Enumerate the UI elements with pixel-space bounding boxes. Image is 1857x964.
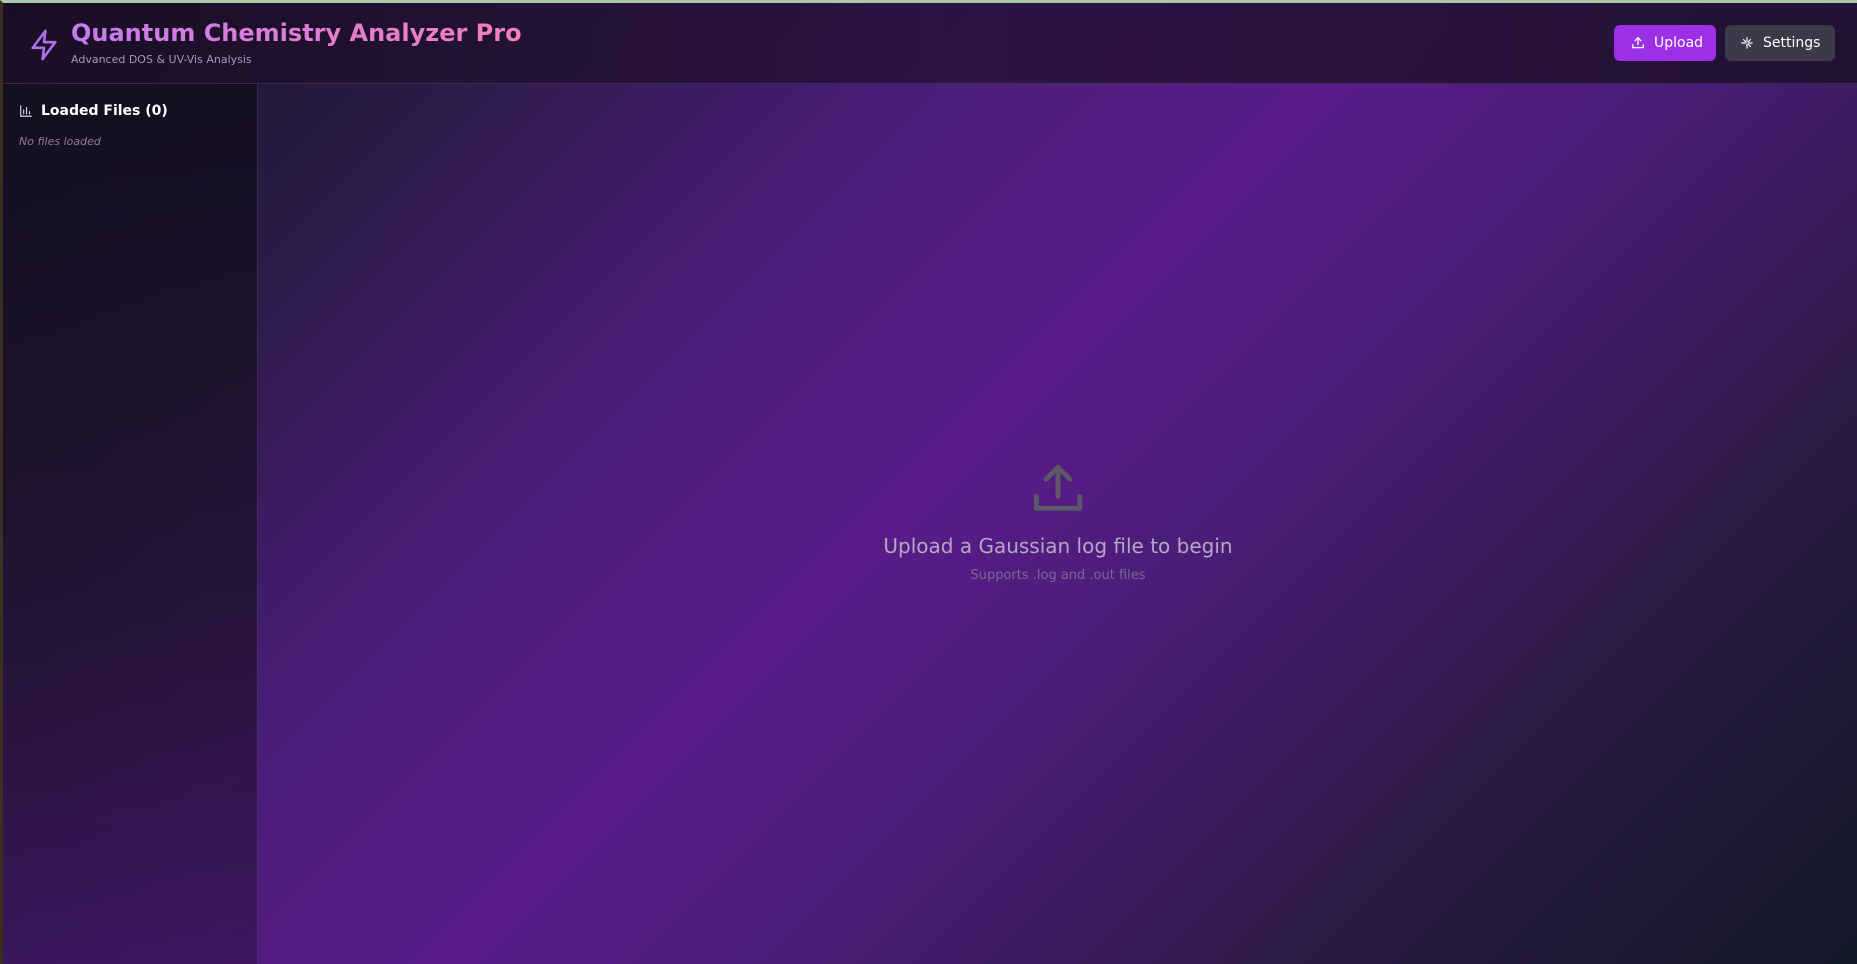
upload-button-label: Upload <box>1654 35 1704 51</box>
settings-button-label: Settings <box>1763 35 1821 51</box>
settings-button[interactable]: Settings <box>1725 25 1835 61</box>
lightning-bolt-icon <box>31 29 57 61</box>
app-title: Quantum Chemistry Analyzer Pro <box>71 19 522 47</box>
main-content: Upload a Gaussian log file to begin Supp… <box>259 84 1857 964</box>
upload-icon <box>1632 37 1644 49</box>
loaded-files-heading: Loaded Files (0) <box>19 103 168 119</box>
app-subtitle: Advanced DOS & UV-Vis Analysis <box>71 53 252 66</box>
empty-state: Upload a Gaussian log file to begin Supp… <box>259 460 1857 583</box>
upload-button[interactable]: Upload <box>1614 25 1716 61</box>
upload-icon[interactable] <box>1029 460 1087 518</box>
empty-state-subtitle: Supports .log and .out files <box>970 568 1146 583</box>
loaded-files-label: Loaded Files (0) <box>41 103 168 119</box>
bar-chart-icon <box>20 105 32 117</box>
app-window: Quantum Chemistry Analyzer Pro Advanced … <box>0 0 1857 964</box>
app-header: Quantum Chemistry Analyzer Pro Advanced … <box>3 3 1857 84</box>
sidebar: Loaded Files (0) No files loaded <box>3 84 258 964</box>
sparkle-icon <box>1741 37 1753 49</box>
empty-state-title: Upload a Gaussian log file to begin <box>883 534 1233 558</box>
no-files-message: No files loaded <box>19 135 101 148</box>
